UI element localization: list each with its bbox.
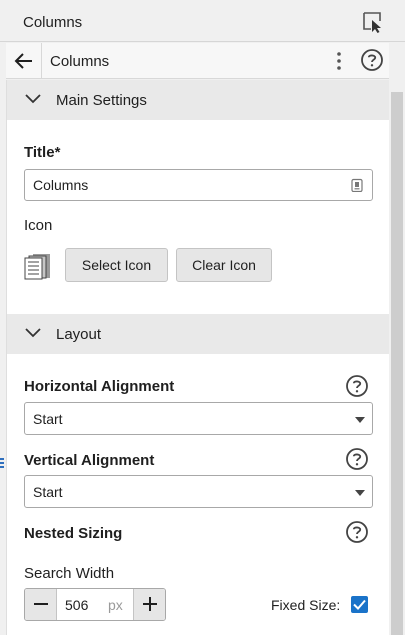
cursor-select-icon[interactable] [361,10,385,34]
chevron-down-icon [25,328,41,338]
title-field[interactable] [24,169,373,201]
title-label: Title* [24,144,61,161]
dropdown-caret-icon [355,417,365,423]
scrollbar-thumb[interactable] [391,92,403,635]
title-input[interactable] [33,176,343,194]
resize-handle-icon[interactable] [0,458,4,472]
search-width-value[interactable]: 506 [65,597,88,613]
horizontal-alignment-value: Start [33,411,63,427]
chevron-down-icon [25,94,41,104]
help-icon[interactable] [360,48,384,72]
back-button[interactable] [6,43,42,79]
plus-icon [143,597,157,611]
panel-title: Columns [50,53,110,70]
search-width-label: Search Width [24,565,115,582]
settings-panel: Main Settings Title* Icon Select Icon Cl… [6,80,389,635]
arrow-left-icon [14,53,32,69]
kebab-icon[interactable] [329,49,349,73]
vertical-alignment-select[interactable]: Start [24,475,373,508]
search-width-stepper: 506 px [24,588,166,621]
dropdown-caret-icon [355,490,365,496]
search-width-unit: px [108,597,123,613]
window-titlebar: Columns [0,0,405,42]
section-main-settings-header[interactable]: Main Settings [7,80,389,120]
vertical-alignment-label: Vertical Alignment [24,452,155,469]
window-title: Columns [23,14,83,31]
select-icon-button[interactable]: Select Icon [65,248,168,282]
section-layout-header[interactable]: Layout [7,314,389,354]
horizontal-alignment-select[interactable]: Start [24,402,373,435]
icon-label: Icon [24,217,53,234]
minus-icon [34,603,48,605]
horizontal-alignment-label: Horizontal Alignment [24,378,175,395]
help-icon[interactable] [345,374,369,398]
help-icon[interactable] [345,447,369,471]
fixed-size-checkbox[interactable] [351,596,368,613]
help-icon[interactable] [345,520,369,544]
clear-icon-button[interactable]: Clear Icon [176,248,272,282]
panel-navbar: Columns [6,43,389,79]
increment-button[interactable] [133,589,165,620]
checkmark-icon [353,599,366,610]
columns-preview-icon [24,254,50,280]
decrement-button[interactable] [25,589,57,620]
nested-sizing-label: Nested Sizing [24,525,123,542]
vertical-alignment-value: Start [33,484,63,500]
section-layout-label: Layout [56,326,102,343]
clipboard-icon[interactable] [351,178,363,192]
section-main-settings-label: Main Settings [56,92,147,109]
fixed-size-label: Fixed Size: [271,597,341,613]
